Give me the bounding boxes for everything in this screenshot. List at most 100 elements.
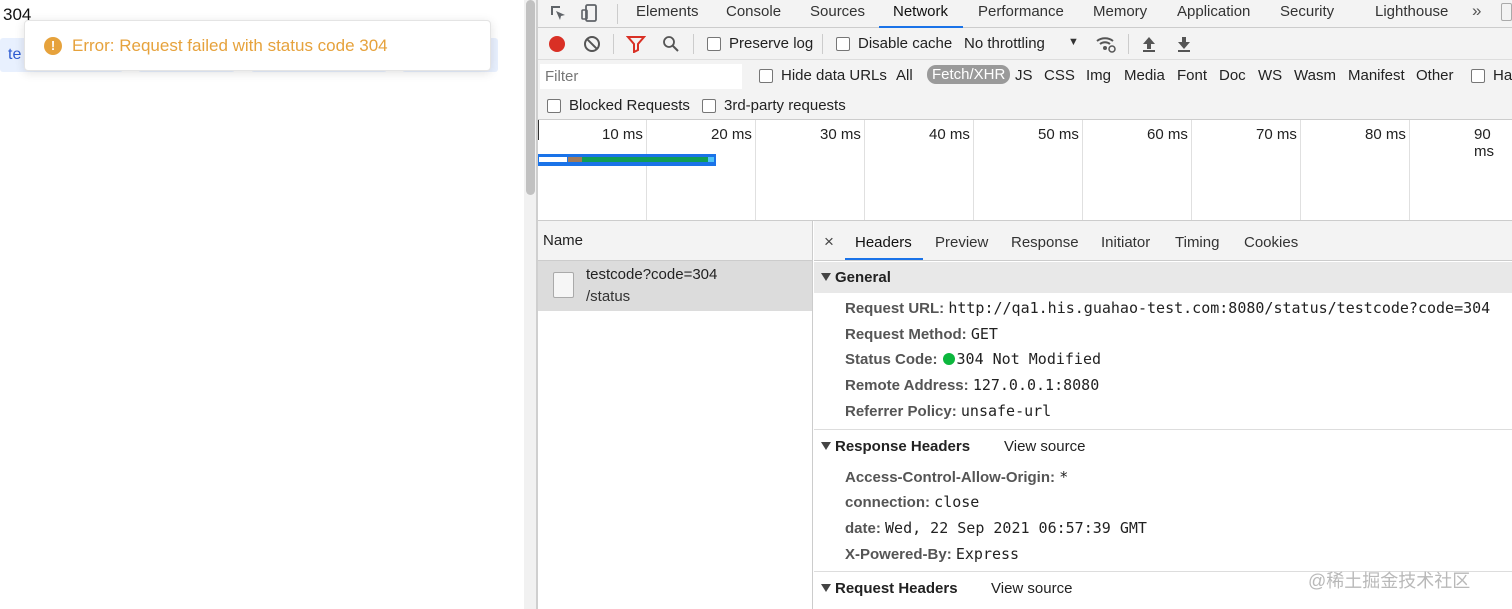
request-url-value: http://qa1.his.guahao-test.com:8080/stat… bbox=[948, 299, 1491, 317]
filter-input[interactable] bbox=[540, 64, 742, 89]
disable-cache-checkbox[interactable] bbox=[836, 37, 850, 51]
remote-address-value: 127.0.0.1:8080 bbox=[972, 376, 1100, 394]
type-filter-media[interactable]: Media bbox=[1124, 67, 1165, 84]
status-code-value: 304 Not Modified bbox=[956, 350, 1102, 368]
tab-memory[interactable]: Memory bbox=[1093, 3, 1147, 20]
warning-icon: ! bbox=[44, 36, 62, 55]
tick-label: 80 ms bbox=[1365, 126, 1406, 143]
tab-headers[interactable]: Headers bbox=[855, 234, 912, 251]
overview-start-marker bbox=[538, 120, 539, 140]
tab-sources[interactable]: Sources bbox=[810, 3, 865, 20]
tab-security[interactable]: Security bbox=[1280, 3, 1334, 20]
blocked-requests-label: Blocked Requests bbox=[569, 97, 690, 114]
remote-address-row: Remote Address: 127.0.0.1:8080 bbox=[845, 376, 1099, 394]
waterfall-bar[interactable] bbox=[538, 153, 718, 167]
web-page: 304 te ! Error: Request failed with stat… bbox=[0, 0, 524, 609]
tab-cookies[interactable]: Cookies bbox=[1244, 234, 1298, 251]
devtools-panel: Elements Console Sources Network Perform… bbox=[538, 0, 1512, 609]
request-url-row: Request URL: http://qa1.his.guahao-test.… bbox=[845, 299, 1490, 317]
response-view-source-link[interactable]: View source bbox=[1004, 438, 1085, 455]
request-method-key: Request Method: bbox=[845, 326, 967, 343]
status-ok-icon bbox=[942, 353, 955, 365]
tab-elements[interactable]: Elements bbox=[636, 3, 699, 20]
type-filter-fetch-xhr[interactable]: Fetch/XHR bbox=[927, 65, 1011, 84]
tab-lighthouse[interactable]: Lighthouse bbox=[1375, 3, 1448, 20]
connection-value: close bbox=[934, 493, 980, 511]
tab-network[interactable]: Network bbox=[893, 3, 948, 20]
tab-timing[interactable]: Timing bbox=[1175, 234, 1219, 251]
date-key: date: bbox=[845, 520, 881, 537]
type-filter-ws[interactable]: WS bbox=[1258, 67, 1282, 84]
status-code-key: Status Code: bbox=[845, 351, 938, 368]
network-conditions-icon[interactable] bbox=[1095, 34, 1117, 54]
request-headers-title: Request Headers bbox=[835, 580, 958, 597]
close-icon[interactable]: × bbox=[824, 232, 834, 252]
status-code-row: Status Code: 304 Not Modified bbox=[845, 350, 1101, 368]
type-filter-css[interactable]: CSS bbox=[1044, 67, 1075, 84]
type-filter-doc[interactable]: Doc bbox=[1219, 67, 1246, 84]
type-filter-js[interactable]: JS bbox=[1015, 67, 1033, 84]
referrer-policy-key: Referrer Policy: bbox=[845, 403, 957, 420]
preserve-log-checkbox[interactable] bbox=[707, 37, 721, 51]
network-overview[interactable]: 10 ms 20 ms 30 ms 40 ms 50 ms 60 ms 70 m… bbox=[538, 120, 1512, 221]
devtools-tabbar: Elements Console Sources Network Perform… bbox=[538, 0, 1512, 28]
hide-data-urls-checkbox[interactable] bbox=[759, 69, 773, 83]
tick-label: 20 ms bbox=[711, 126, 752, 143]
request-url-key: Request URL: bbox=[845, 300, 945, 317]
request-list: Name testcode?code=304 /status bbox=[538, 221, 813, 609]
tab-response[interactable]: Response bbox=[1011, 234, 1079, 251]
throttling-select[interactable]: No throttling bbox=[964, 35, 1045, 52]
search-icon[interactable] bbox=[662, 35, 680, 53]
chevron-down-icon[interactable]: ▼ bbox=[1068, 36, 1079, 48]
tab-performance[interactable]: Performance bbox=[978, 3, 1064, 20]
tab-preview[interactable]: Preview bbox=[935, 234, 988, 251]
toast-message: Error: Request failed with status code 3… bbox=[72, 35, 388, 55]
preserve-log-label: Preserve log bbox=[729, 35, 814, 52]
page-scrollbar-thumb[interactable] bbox=[526, 0, 535, 195]
record-icon[interactable] bbox=[549, 36, 565, 52]
third-party-label: 3rd-party requests bbox=[724, 97, 846, 114]
type-filter-wasm[interactable]: Wasm bbox=[1294, 67, 1336, 84]
settings-icon[interactable] bbox=[1501, 3, 1512, 21]
response-headers-title: Response Headers bbox=[835, 438, 971, 455]
blocked-requests-checkbox[interactable] bbox=[547, 99, 561, 113]
watermark: @稀土掘金技术社区 bbox=[1308, 571, 1471, 591]
triangle-down-icon bbox=[821, 273, 831, 281]
tick-label: 90 ms bbox=[1474, 126, 1494, 160]
device-toolbar-icon[interactable] bbox=[580, 3, 600, 23]
powered-by-value: Express bbox=[955, 545, 1020, 563]
export-har-icon[interactable] bbox=[1176, 35, 1192, 53]
has-blocked-cookies-label: Ha bbox=[1493, 67, 1512, 84]
name-column-header[interactable]: Name bbox=[538, 221, 812, 261]
general-section-header[interactable]: General bbox=[814, 262, 1512, 293]
tick-label: 40 ms bbox=[929, 126, 970, 143]
response-headers-section-header[interactable]: Response Headers View source bbox=[814, 431, 1512, 462]
powered-by-key: X-Powered-By: bbox=[845, 546, 952, 563]
filter-icon[interactable] bbox=[626, 35, 646, 53]
tab-initiator[interactable]: Initiator bbox=[1101, 234, 1150, 251]
request-row[interactable]: testcode?code=304 /status bbox=[538, 261, 812, 311]
tick-label: 70 ms bbox=[1256, 126, 1297, 143]
type-filter-all[interactable]: All bbox=[896, 67, 913, 84]
connection-row: connection: close bbox=[845, 493, 979, 511]
request-name: testcode?code=304 bbox=[586, 266, 718, 283]
type-filter-font[interactable]: Font bbox=[1177, 67, 1207, 84]
clear-icon[interactable] bbox=[584, 36, 600, 52]
more-tabs-icon[interactable]: » bbox=[1472, 1, 1481, 21]
import-har-icon[interactable] bbox=[1141, 35, 1157, 53]
request-view-source-link[interactable]: View source bbox=[991, 580, 1072, 597]
remote-address-key: Remote Address: bbox=[845, 377, 969, 394]
general-title: General bbox=[835, 269, 891, 286]
inspect-element-icon[interactable] bbox=[548, 3, 568, 23]
has-blocked-cookies-checkbox[interactable] bbox=[1471, 69, 1485, 83]
third-party-checkbox[interactable] bbox=[702, 99, 716, 113]
tab-application[interactable]: Application bbox=[1177, 3, 1250, 20]
tab-console[interactable]: Console bbox=[726, 3, 781, 20]
type-filter-manifest[interactable]: Manifest bbox=[1348, 67, 1405, 84]
file-icon bbox=[553, 272, 574, 298]
detail-tabbar: × Headers Preview Response Initiator Tim… bbox=[814, 221, 1512, 261]
type-filter-other[interactable]: Other bbox=[1416, 67, 1454, 84]
hide-data-urls-label: Hide data URLs bbox=[781, 67, 887, 84]
triangle-down-icon bbox=[821, 442, 831, 450]
type-filter-img[interactable]: Img bbox=[1086, 67, 1111, 84]
